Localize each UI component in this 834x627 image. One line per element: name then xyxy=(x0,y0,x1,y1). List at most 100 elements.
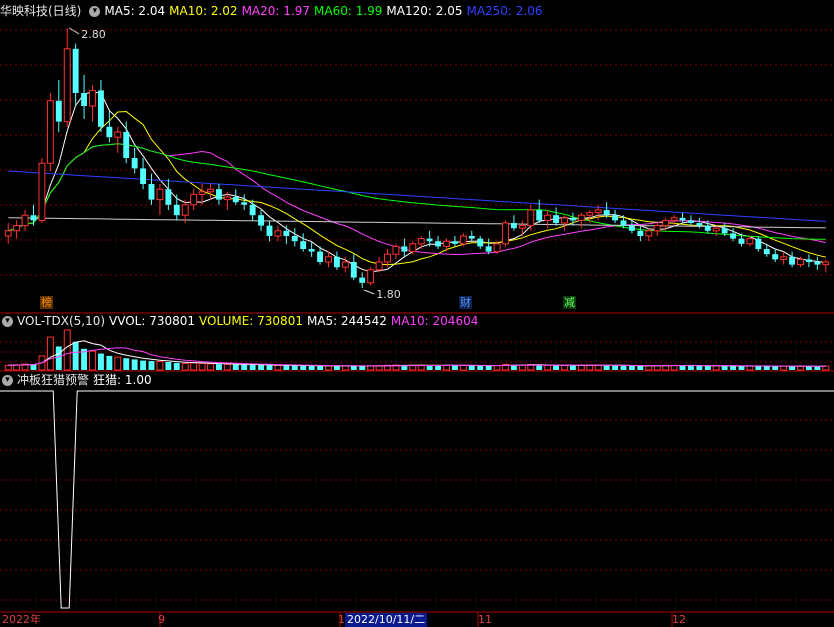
candle-body xyxy=(459,235,467,245)
volume-bar xyxy=(190,362,198,371)
candle-body xyxy=(721,228,728,234)
volume-bar xyxy=(755,366,762,370)
volume-bar xyxy=(249,364,256,370)
volume-bar xyxy=(291,365,298,370)
settings-circle-icon[interactable]: ▾ xyxy=(2,375,13,386)
volume-bar xyxy=(232,364,239,370)
indicator-legend: ▾ 冲板狂猎预警 狂猎: 1.00 xyxy=(0,371,160,389)
volume-bar xyxy=(712,365,720,371)
candle-body xyxy=(468,236,475,239)
candle-body xyxy=(72,48,79,93)
candle-body xyxy=(451,241,458,244)
volume-bar xyxy=(223,363,231,371)
candle-body xyxy=(401,246,408,252)
candle-body xyxy=(687,220,694,223)
candle-body xyxy=(325,256,332,263)
event-marker[interactable]: 财 xyxy=(459,296,472,309)
candle-body xyxy=(241,202,248,205)
candle-body xyxy=(738,238,745,244)
volume-bar xyxy=(544,364,552,371)
volume-bar xyxy=(746,365,754,371)
candle-body xyxy=(527,209,535,227)
volume-bar xyxy=(181,362,189,371)
settings-circle-icon[interactable]: ▾ xyxy=(89,6,101,17)
candle-body xyxy=(4,230,12,237)
candle-body xyxy=(628,225,635,231)
candle-body xyxy=(106,126,113,138)
volume-bar xyxy=(341,365,349,371)
candle-body xyxy=(586,212,594,216)
candle-body xyxy=(283,230,290,236)
volume-bar xyxy=(594,364,602,371)
volume-bar xyxy=(679,365,686,370)
legend-item: VVOL: 730801 xyxy=(109,314,196,328)
volume-bar xyxy=(241,364,248,370)
candle-body xyxy=(123,132,130,158)
candle-body xyxy=(502,222,509,245)
candle-body xyxy=(789,256,796,265)
candle-body xyxy=(55,100,62,122)
candle-body xyxy=(822,261,830,266)
event-marker[interactable]: 减 xyxy=(563,296,576,309)
candle-body xyxy=(426,238,433,242)
settings-circle-icon[interactable]: ▾ xyxy=(2,316,13,327)
ma60-line xyxy=(8,143,826,240)
x-label-oct: 1 xyxy=(338,613,345,626)
candle-body xyxy=(350,262,357,278)
candle-body xyxy=(173,204,180,216)
event-marker[interactable]: 榜 xyxy=(40,296,53,309)
legend-item: MA20: 1.97 xyxy=(241,4,310,18)
candle-body xyxy=(21,214,29,227)
volume-bar xyxy=(704,365,711,370)
volume-bar xyxy=(696,365,703,370)
volume-bar xyxy=(30,364,37,370)
volume-bar xyxy=(207,363,214,371)
candle-body xyxy=(780,256,788,260)
legend-item: MA10: 204604 xyxy=(390,314,479,328)
candle-body xyxy=(81,93,88,106)
volume-bar xyxy=(198,362,206,371)
volume-bar xyxy=(55,346,62,370)
candle-body xyxy=(13,225,21,232)
volume-bar xyxy=(443,364,450,371)
candle-body xyxy=(653,225,661,232)
volume-bar xyxy=(97,353,104,370)
volume-bar xyxy=(156,361,164,371)
candle-body xyxy=(493,243,501,253)
volume-bar xyxy=(4,364,12,371)
high-pointer xyxy=(68,27,80,35)
candle-body xyxy=(518,225,526,229)
volume-bar xyxy=(628,365,635,370)
volume-bar xyxy=(493,365,501,371)
candle-body xyxy=(577,214,585,221)
volume-bar xyxy=(89,350,96,371)
date-cursor-label: 2022/10/11/二 xyxy=(345,613,428,627)
security-title: 华映科技(日线) xyxy=(0,4,82,18)
candle-body xyxy=(274,230,282,237)
volume-ma10-line xyxy=(8,347,826,367)
volume-bar xyxy=(114,356,122,371)
candle-body xyxy=(594,209,602,214)
volume-bar xyxy=(553,365,560,370)
volume-bar xyxy=(165,362,172,370)
volume-legend: ▾ VOL-TDX(5,10) VVOL: 730801 VOLUME: 730801… xyxy=(0,312,486,330)
volume-bar xyxy=(637,366,644,370)
candle-body xyxy=(291,236,298,242)
volume-bar xyxy=(645,365,653,371)
volume-bar xyxy=(123,358,130,370)
volume-bar xyxy=(266,365,273,370)
low-price-label: 1.80 xyxy=(376,288,401,301)
volume-bar xyxy=(612,365,619,370)
volume-bar xyxy=(72,341,79,370)
candle-body xyxy=(805,259,812,262)
volume-bar xyxy=(359,366,366,370)
candle-body xyxy=(46,100,54,164)
candle-body xyxy=(232,197,239,203)
volume-bar xyxy=(805,366,812,370)
candle-body xyxy=(384,253,391,263)
volume-bar xyxy=(274,364,282,371)
ma20-line xyxy=(8,143,826,256)
candle-body xyxy=(114,131,122,138)
candle-body xyxy=(223,196,231,201)
candle-body xyxy=(712,227,720,232)
